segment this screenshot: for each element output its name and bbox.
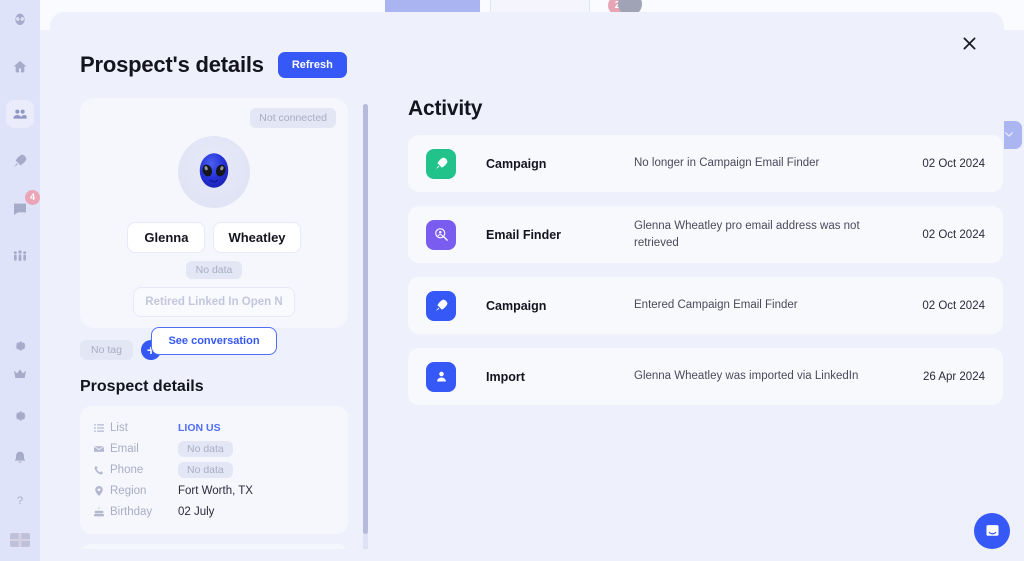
sidebar-item-campaigns[interactable]: [6, 147, 34, 175]
inbox-badge: 4: [25, 189, 40, 205]
detail-label-region: Region: [110, 485, 147, 497]
rocket-icon: [426, 290, 456, 321]
left-panel-scrollbar-thumb[interactable]: [363, 104, 368, 534]
headline-field[interactable]: Retired Linked In Open N: [133, 287, 295, 317]
modal-header: Prospect's details Refresh: [80, 52, 348, 78]
svg-text:?: ?: [17, 495, 23, 507]
name-fields: Glenna Wheatley: [94, 222, 334, 253]
detail-label-email: Email: [110, 443, 139, 455]
activity-row[interactable]: Campaign No longer in Campaign Email Fin…: [408, 135, 1003, 192]
see-conversation-button[interactable]: See conversation: [151, 327, 277, 355]
activity-row[interactable]: Import Glenna Wheatley was imported via …: [408, 348, 1003, 405]
left-panel-scrollbar-track[interactable]: [363, 104, 368, 549]
intercom-chat-icon[interactable]: [974, 513, 1010, 549]
rocket-icon: [426, 148, 456, 179]
prospect-details-heading: Prospect details: [80, 378, 204, 395]
detail-label-phone: Phone: [110, 464, 144, 476]
detail-value-list[interactable]: LION US: [178, 422, 221, 434]
sidebar-item-home[interactable]: [6, 53, 34, 81]
detail-row-email: Email No data: [94, 439, 334, 459]
location-icon: [94, 486, 110, 496]
close-icon[interactable]: [956, 30, 982, 56]
prospect-details-modal: Prospect's details Refresh Not connected: [50, 12, 1004, 549]
sidebar-item-team[interactable]: [6, 242, 34, 270]
activity-date: 02 Oct 2024: [922, 228, 985, 241]
phone-icon: [94, 465, 110, 475]
detail-row-birthday: Birthday 02 July: [94, 502, 334, 522]
sidebar-item-help[interactable]: ?: [6, 486, 34, 514]
connection-status-badge: Not connected: [250, 108, 336, 128]
left-sidebar: 4 ?: [0, 0, 40, 561]
sidebar-item-preferences[interactable]: [6, 402, 34, 430]
activity-type: Import: [486, 369, 525, 384]
sidebar-item-prospects[interactable]: [6, 100, 34, 129]
sidebar-item-notifications[interactable]: [6, 444, 34, 472]
cake-icon: [94, 507, 110, 517]
page-title: Prospect's details: [80, 52, 264, 77]
profile-card: Not connected Glenna Wheatley No data Re…: [80, 98, 348, 355]
activity-row[interactable]: Campaign Entered Campaign Email Finder 0…: [408, 277, 1003, 334]
flag-uk-icon: [10, 533, 30, 548]
email-icon: [94, 444, 110, 454]
detail-value-region: Fort Worth, TX: [178, 485, 253, 497]
email-finder-icon: [426, 219, 456, 250]
chevron-down-icon: [1004, 128, 1014, 142]
last-name-field[interactable]: Wheatley: [213, 222, 301, 253]
current-campaign-card[interactable]: Current campaign: [80, 544, 348, 549]
detail-row-list: List LION US: [94, 418, 334, 438]
list-icon: [94, 423, 110, 433]
activity-description: Glenna Wheatley pro email address was no…: [634, 219, 860, 249]
activity-date: 02 Oct 2024: [922, 299, 985, 312]
activity-date: 02 Oct 2024: [922, 157, 985, 170]
sidebar-item-upgrade[interactable]: [6, 360, 34, 388]
first-name-field[interactable]: Glenna: [127, 222, 206, 253]
activity-description: Entered Campaign Email Finder: [634, 299, 798, 312]
prospect-left-column: Prospect's details Refresh Not connected: [80, 52, 348, 549]
refresh-button[interactable]: Refresh: [277, 52, 347, 78]
detail-label-list: List: [110, 422, 128, 434]
activity-type: Campaign: [486, 156, 547, 171]
company-field: No data: [185, 261, 243, 279]
activity-type: Email Finder: [486, 227, 562, 242]
detail-value-email: No data: [178, 441, 233, 457]
activity-description: No longer in Campaign Email Finder: [634, 157, 820, 170]
detail-row-phone: Phone No data: [94, 460, 334, 480]
detail-value-birthday: 02 July: [178, 506, 215, 518]
no-tag-badge: No tag: [80, 340, 133, 360]
activity-row[interactable]: Email Finder Glenna Wheatley pro email a…: [408, 206, 1003, 263]
sidebar-item-settings[interactable]: [6, 332, 34, 360]
activity-heading: Activity: [408, 97, 483, 120]
sidebar-item-language[interactable]: [6, 526, 34, 554]
prospect-details-card: List LION US Email No data Phone No data: [80, 406, 348, 534]
activity-description: Glenna Wheatley was imported via LinkedI…: [634, 370, 859, 383]
sidebar-item-inbox[interactable]: 4: [6, 189, 40, 223]
activity-type: Campaign: [486, 298, 547, 313]
alien-avatar-icon: [199, 153, 229, 188]
activity-panel: Activity Campaign No longer in Campaign …: [408, 97, 1003, 419]
detail-label-birthday: Birthday: [110, 506, 153, 518]
sidebar-item-logo[interactable]: [6, 6, 34, 34]
person-icon: [426, 361, 456, 392]
activity-date: 26 Apr 2024: [922, 370, 985, 383]
app-root: 2 ort 4: [0, 0, 1024, 561]
detail-row-region: Region Fort Worth, TX: [94, 481, 334, 501]
detail-value-phone: No data: [178, 462, 233, 478]
avatar[interactable]: [178, 136, 250, 208]
